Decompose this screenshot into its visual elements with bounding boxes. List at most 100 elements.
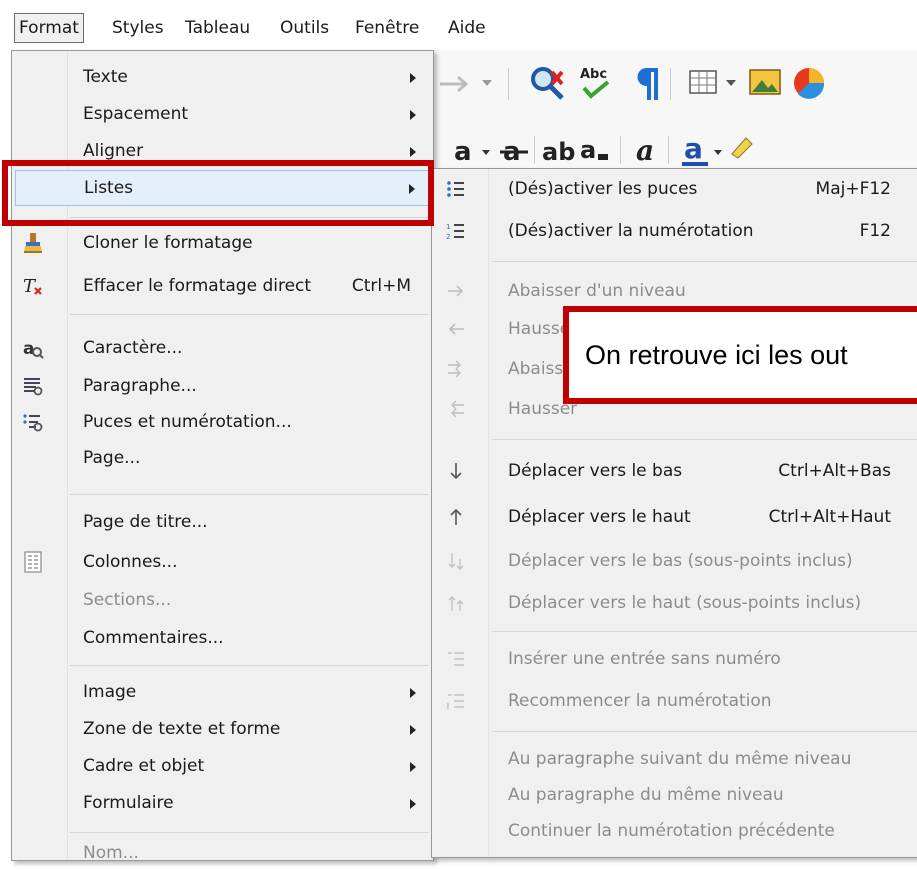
- menu-item-label: Commentaires...: [83, 628, 224, 648]
- submenu-item-insert-unnumbered[interactable]: Insérer une entrée sans numéro: [432, 641, 917, 677]
- menu-item-effacer-formatage[interactable]: T Effacer le formatage direct Ctrl+M: [12, 269, 433, 303]
- move-up-subpoints-icon: [448, 596, 464, 611]
- dropdown-arrow-icon[interactable]: [714, 150, 722, 156]
- menu-item-label: Caractère...: [83, 338, 183, 358]
- menu-item-colonnes[interactable]: Colonnes...: [12, 545, 433, 579]
- submenu-item-demote[interactable]: Abaisser d'un niveau: [432, 273, 917, 309]
- menu-fenetre[interactable]: Fenêtre: [351, 14, 423, 42]
- font-color-icon[interactable]: a: [452, 136, 478, 166]
- dropdown-arrow-icon[interactable]: [726, 80, 736, 88]
- menu-item-page[interactable]: Page...: [12, 441, 433, 475]
- lists-submenu: (Dés)activer les puces Maj+F12 12 (Dés)a…: [431, 168, 917, 858]
- submenu-item-move-up-subpoints[interactable]: Déplacer vers le haut (sous-points inclu…: [432, 585, 917, 621]
- svg-text:Abc: Abc: [580, 67, 607, 82]
- menu-item-cloner-formatage[interactable]: Cloner le formatage: [12, 226, 433, 260]
- submenu-item-paragraph-same-level[interactable]: Au paragraphe du même niveau: [432, 777, 917, 813]
- menu-item-cadre-objet[interactable]: Cadre et objet: [12, 749, 433, 783]
- submenu-item-label: Déplacer vers le bas: [508, 461, 683, 481]
- submenu-item-next-paragraph-same-level[interactable]: Au paragraphe suivant du même niveau: [432, 741, 917, 777]
- insert-image-icon[interactable]: [748, 66, 782, 98]
- dropdown-arrow-icon[interactable]: [482, 150, 490, 156]
- submenu-item-continue-numbering[interactable]: Continuer la numérotation précédente: [432, 813, 917, 849]
- move-down-icon: [450, 463, 462, 480]
- insert-chart-icon[interactable]: [792, 66, 828, 100]
- submenu-item-label: Déplacer vers le haut: [508, 507, 691, 527]
- toggle-numbering-icon: 12: [446, 223, 464, 241]
- annotation-highlight-box: [2, 160, 434, 226]
- submenu-arrow-icon: [410, 799, 416, 809]
- submenu-item-label: Au paragraphe du même niveau: [508, 785, 784, 805]
- menu-item-label: Cadre et objet: [83, 756, 205, 776]
- find-replace-icon[interactable]: [528, 64, 568, 102]
- menu-item-page-de-titre[interactable]: Page de titre...: [12, 505, 433, 539]
- menu-item-commentaires[interactable]: Commentaires...: [12, 621, 433, 655]
- subscript-icon[interactable]: a: [580, 134, 616, 166]
- svg-text:a: a: [454, 137, 472, 166]
- menu-item-paragraphe[interactable]: Paragraphe...: [12, 369, 433, 403]
- svg-text:a: a: [580, 136, 596, 164]
- menu-tableau[interactable]: Tableau: [181, 14, 254, 42]
- toolbar-separator: [620, 136, 621, 164]
- toolbar: Abc a a ab a a a: [430, 50, 917, 168]
- menu-format[interactable]: Format: [14, 13, 84, 43]
- menu-item-label: Image: [83, 682, 137, 702]
- submenu-item-toggle-numbering[interactable]: 12 (Dés)activer la numérotation F12: [432, 213, 917, 249]
- strikethrough-icon[interactable]: a: [500, 136, 530, 166]
- menu-item-label: Colonnes...: [83, 552, 178, 572]
- submenu-item-label: Continuer la numérotation précédente: [508, 821, 835, 841]
- formatting-marks-icon[interactable]: [634, 64, 660, 102]
- menu-item-label: Paragraphe...: [83, 376, 197, 396]
- submenu-item-move-down-subpoints[interactable]: Déplacer vers le bas (sous-points inclus…: [432, 543, 917, 579]
- spellcheck-icon[interactable]: Abc: [578, 64, 614, 102]
- superscript-icon[interactable]: ab: [542, 134, 578, 166]
- submenu-item-shortcut: F12: [859, 221, 891, 241]
- menu-separator: [70, 494, 429, 495]
- menu-item-zone-texte-forme[interactable]: Zone de texte et forme: [12, 712, 433, 746]
- menu-item-sections[interactable]: Sections...: [12, 583, 433, 617]
- menu-item-image[interactable]: Image: [12, 675, 433, 709]
- menu-item-label: Zone de texte et forme: [83, 719, 281, 739]
- columns-icon: [24, 551, 42, 573]
- menu-separator: [70, 832, 429, 833]
- menu-item-caractere[interactable]: a Caractère...: [12, 331, 433, 365]
- promote-arrow-icon: [448, 323, 464, 335]
- highlighter-pen-icon[interactable]: [726, 132, 756, 162]
- annotation-callout-text: On retrouve ici les out: [585, 340, 848, 370]
- menu-item-label: Sections...: [83, 590, 172, 610]
- demote-arrow-icon: [448, 285, 464, 297]
- menu-item-shortcut: Ctrl+M: [351, 276, 411, 296]
- menu-item-formulaire[interactable]: Formulaire: [12, 786, 433, 820]
- submenu-item-label: Recommencer la numérotation: [508, 691, 772, 711]
- submenu-arrow-icon: [410, 725, 416, 735]
- dropdown-arrow-icon[interactable]: [482, 80, 492, 88]
- menu-item-label: Page...: [83, 448, 141, 468]
- redo-arrow-icon[interactable]: [436, 72, 476, 96]
- submenu-arrow-icon: [410, 73, 416, 83]
- menu-item-nom[interactable]: Nom...: [12, 836, 433, 870]
- menu-separator: [70, 314, 429, 315]
- submenu-arrow-icon: [410, 110, 416, 120]
- menu-item-puces-numerotation[interactable]: Puces et numérotation...: [12, 405, 433, 439]
- table-icon[interactable]: [688, 68, 718, 96]
- submenu-item-toggle-bullets[interactable]: (Dés)activer les puces Maj+F12: [432, 171, 917, 207]
- promote-subpoints-icon: [451, 400, 464, 418]
- highlight-a-icon[interactable]: a: [682, 130, 712, 166]
- svg-text:a: a: [23, 339, 34, 359]
- italic-a-icon[interactable]: a: [634, 134, 664, 166]
- move-down-subpoints-icon: [448, 553, 464, 570]
- submenu-item-move-up[interactable]: Déplacer vers le haut Ctrl+Alt+Haut: [432, 499, 917, 535]
- menu-aide[interactable]: Aide: [444, 14, 490, 42]
- submenu-item-shortcut: Ctrl+Alt+Haut: [768, 507, 891, 527]
- submenu-item-label: (Dés)activer la numérotation: [508, 221, 754, 241]
- submenu-item-label: Au paragraphe suivant du même niveau: [508, 749, 852, 769]
- menu-item-texte[interactable]: Texte: [12, 60, 433, 94]
- submenu-item-restart-numbering[interactable]: Recommencer la numérotation: [432, 683, 917, 719]
- menu-styles[interactable]: Styles: [108, 14, 168, 42]
- menu-item-espacement[interactable]: Espacement: [12, 97, 433, 131]
- submenu-item-move-down[interactable]: Déplacer vers le bas Ctrl+Alt+Bas: [432, 453, 917, 489]
- toolbar-separator: [534, 136, 535, 164]
- menu-outils[interactable]: Outils: [276, 14, 333, 42]
- svg-text:1: 1: [446, 223, 450, 231]
- menu-item-label: Formulaire: [83, 793, 174, 813]
- submenu-item-label: Déplacer vers le haut (sous-points inclu…: [508, 593, 862, 613]
